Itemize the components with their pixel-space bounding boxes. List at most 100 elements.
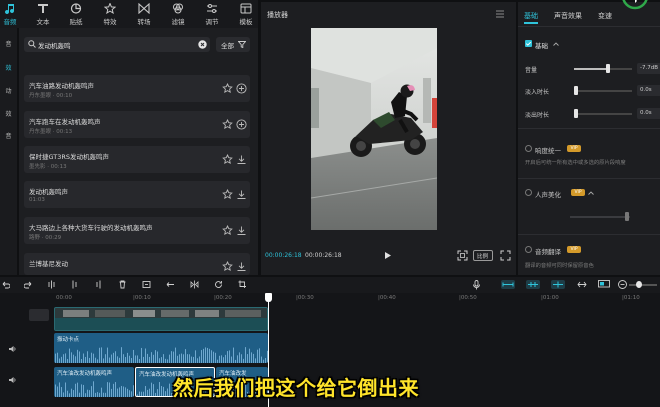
volume-slider-thumb[interactable] [605, 64, 610, 73]
volume-value[interactable]: -7.7dB [637, 63, 660, 74]
voice-enhance-toggle[interactable] [525, 189, 532, 196]
favorite-star-icon[interactable] [222, 83, 233, 94]
screen-icon[interactable] [598, 280, 610, 289]
fade-in-slider-thumb[interactable] [574, 86, 578, 95]
tab-adjust-label: 调节 [205, 18, 219, 26]
add-circle-icon[interactable] [236, 119, 247, 130]
tab-audio-label: 音频 [3, 18, 17, 26]
speaker-icon[interactable] [8, 345, 17, 353]
tab-effects[interactable]: 特效 [93, 3, 127, 26]
rail-item-1[interactable]: 音 [0, 38, 17, 52]
list-item[interactable]: 大马路边上各种大货车行驶的发动机轰鸣声 路野 · 00:29 [24, 217, 250, 244]
item-meta: 墨先影 · 00:13 [29, 164, 67, 170]
fade-out-slider-track[interactable] [574, 113, 632, 115]
search-input[interactable]: 发动机轰鸣 [38, 40, 71, 50]
tab-template[interactable]: 模板 [229, 3, 263, 26]
link-icon [502, 282, 514, 287]
add-circle-icon[interactable] [236, 83, 247, 94]
crop-fullscreen-icon[interactable] [457, 250, 468, 261]
split-icon[interactable] [47, 280, 56, 289]
cover-button[interactable] [29, 309, 49, 321]
preview-axis-icon[interactable] [577, 280, 587, 289]
basic-checkbox[interactable] [525, 40, 532, 47]
mirror-icon[interactable] [190, 280, 199, 289]
ratio-label: 比例 [477, 254, 489, 260]
rail-item-5[interactable]: 音 [0, 130, 17, 144]
tab-basic[interactable]: 基础 [524, 11, 538, 21]
fade-out-slider-thumb[interactable] [574, 109, 578, 118]
rail-item-4[interactable]: 效 [0, 108, 17, 122]
tab-audio[interactable]: 音频 [0, 3, 27, 26]
vip-badge: VIP [567, 145, 581, 152]
favorite-star-icon[interactable] [222, 189, 233, 200]
playhead-handle[interactable] [265, 293, 272, 302]
list-item[interactable]: 发动机轰鸣声 01:03 [24, 181, 250, 208]
fade-out-value[interactable]: 0.0s [637, 108, 660, 119]
loudness-toggle[interactable] [525, 145, 532, 152]
menu-icon[interactable] [495, 10, 505, 18]
list-item[interactable]: 汽车油路发动机轰鸣声 丹东墨眼 · 00:10 [24, 75, 250, 102]
list-item[interactable]: 汽车跑车在发动机轰鸣声 丹东墨眼 · 00:13 [24, 111, 250, 138]
freeze-frame-icon[interactable] [142, 280, 151, 289]
download-icon[interactable] [236, 225, 247, 236]
audio-clip[interactable]: 汽车油改发动机轰鸣声 [54, 367, 134, 397]
video-preview[interactable] [311, 28, 437, 230]
split-right-icon[interactable] [94, 280, 103, 289]
fullscreen-icon[interactable] [500, 250, 511, 261]
download-icon[interactable] [236, 261, 247, 272]
tab-speed[interactable]: 变速 [598, 11, 612, 21]
favorite-star-icon[interactable] [222, 119, 233, 130]
rail-item-2[interactable]: 效 [0, 62, 17, 76]
tab-filter[interactable]: 滤镜 [161, 3, 195, 26]
reverse-icon[interactable] [166, 280, 175, 289]
player-title: 播放器 [267, 11, 288, 19]
favorite-star-icon[interactable] [222, 225, 233, 236]
undo-icon[interactable] [1, 280, 10, 289]
delete-icon[interactable] [118, 280, 127, 289]
fade-in-value[interactable]: 0.0s [637, 85, 660, 96]
download-icon[interactable] [236, 154, 247, 165]
snap-button[interactable] [551, 280, 565, 289]
audio-clip[interactable]: 振动卡点 [54, 333, 268, 363]
rail-item-3[interactable]: 动 [0, 85, 17, 99]
enhance-slider-thumb[interactable] [625, 212, 629, 221]
zoom-slider-thumb[interactable] [636, 281, 642, 288]
speaker-icon[interactable] [8, 376, 17, 384]
tab-sound-effects[interactable]: 声音效果 [554, 11, 582, 21]
chevron-up-icon[interactable] [588, 191, 594, 195]
enhance-slider-track[interactable] [570, 216, 630, 218]
magnet-button[interactable] [526, 280, 540, 289]
ratio-button[interactable]: 比例 [473, 250, 493, 261]
rotate-icon[interactable] [214, 280, 223, 289]
crop-icon[interactable] [238, 280, 247, 289]
clear-search-icon[interactable] [198, 40, 207, 49]
list-item[interactable]: 保时捷GT3RS发动机轰鸣声 墨先影 · 00:13 [24, 146, 250, 173]
transition-icon [138, 3, 150, 14]
inspector-panel: 基础 声音效果 变速 基础 音量 -7.7dB 淡入时长 0.0s 淡出时长 0… [518, 0, 660, 275]
tab-adjust[interactable]: 调节 [195, 3, 229, 26]
list-item[interactable]: 兰博基尼发动 [24, 253, 250, 275]
fade-in-slider-track[interactable] [574, 90, 632, 92]
video-clip-thumbnails [55, 308, 267, 330]
favorite-star-icon[interactable] [222, 261, 233, 272]
audio-translate-toggle[interactable] [525, 246, 532, 253]
video-clip[interactable] [54, 307, 268, 331]
tab-sticker[interactable]: 贴纸 [59, 3, 93, 26]
zoom-out-icon[interactable] [618, 280, 627, 289]
link-main-track-button[interactable] [501, 280, 515, 289]
audio-waveform [55, 347, 268, 363]
time-ruler[interactable]: 00:00 |00:10 |00:20 |00:30 |00:40 |00:50… [54, 293, 660, 304]
redo-icon[interactable] [24, 280, 33, 289]
microphone-icon[interactable] [472, 280, 481, 290]
download-icon[interactable] [236, 189, 247, 200]
search-box[interactable]: 发动机轰鸣 [24, 37, 210, 52]
zoom-slider-track[interactable] [629, 284, 657, 286]
favorite-star-icon[interactable] [222, 154, 233, 165]
play-icon[interactable] [383, 251, 392, 260]
filter-dropdown[interactable]: 全部 [216, 37, 250, 52]
record-indicator-icon [622, 0, 648, 10]
split-left-icon[interactable] [70, 280, 79, 289]
tab-transition[interactable]: 转场 [127, 3, 161, 26]
tab-text[interactable]: 文本 [26, 3, 60, 26]
chevron-up-icon[interactable] [553, 42, 559, 46]
